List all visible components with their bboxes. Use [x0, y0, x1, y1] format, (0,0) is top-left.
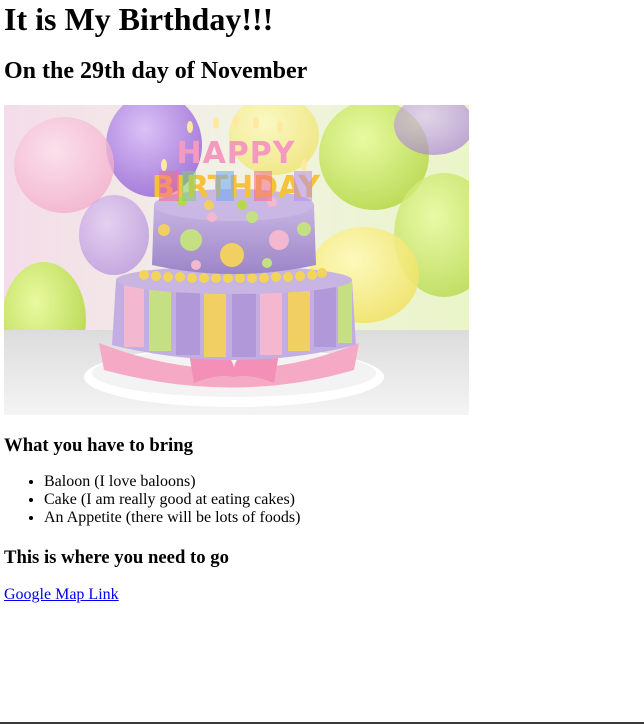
page-title: It is My Birthday!!! — [4, 1, 274, 37]
list-item: Cake (I am really good at eating cakes) — [44, 491, 640, 509]
bring-heading: What you have to bring — [4, 435, 193, 456]
google-map-link[interactable]: Google Map Link — [4, 586, 119, 603]
cake-topper-line1: HAPPY — [176, 136, 295, 171]
list-item: Baloon (I love baloons) — [44, 473, 640, 491]
location-heading: This is where you need to go — [4, 547, 229, 568]
list-item: An Appetite (there will be lots of foods… — [44, 509, 640, 527]
birthday-cake-image: HAPPY BIRTHDAY — [4, 105, 469, 415]
page: It is My Birthday!!! On the 29th day of … — [0, 0, 644, 605]
bring-list: Baloon (I love baloons) Cake (I am reall… — [4, 473, 640, 527]
page-subtitle: On the 29th day of November — [4, 58, 308, 84]
map-link-paragraph: Google Map Link — [4, 585, 640, 605]
